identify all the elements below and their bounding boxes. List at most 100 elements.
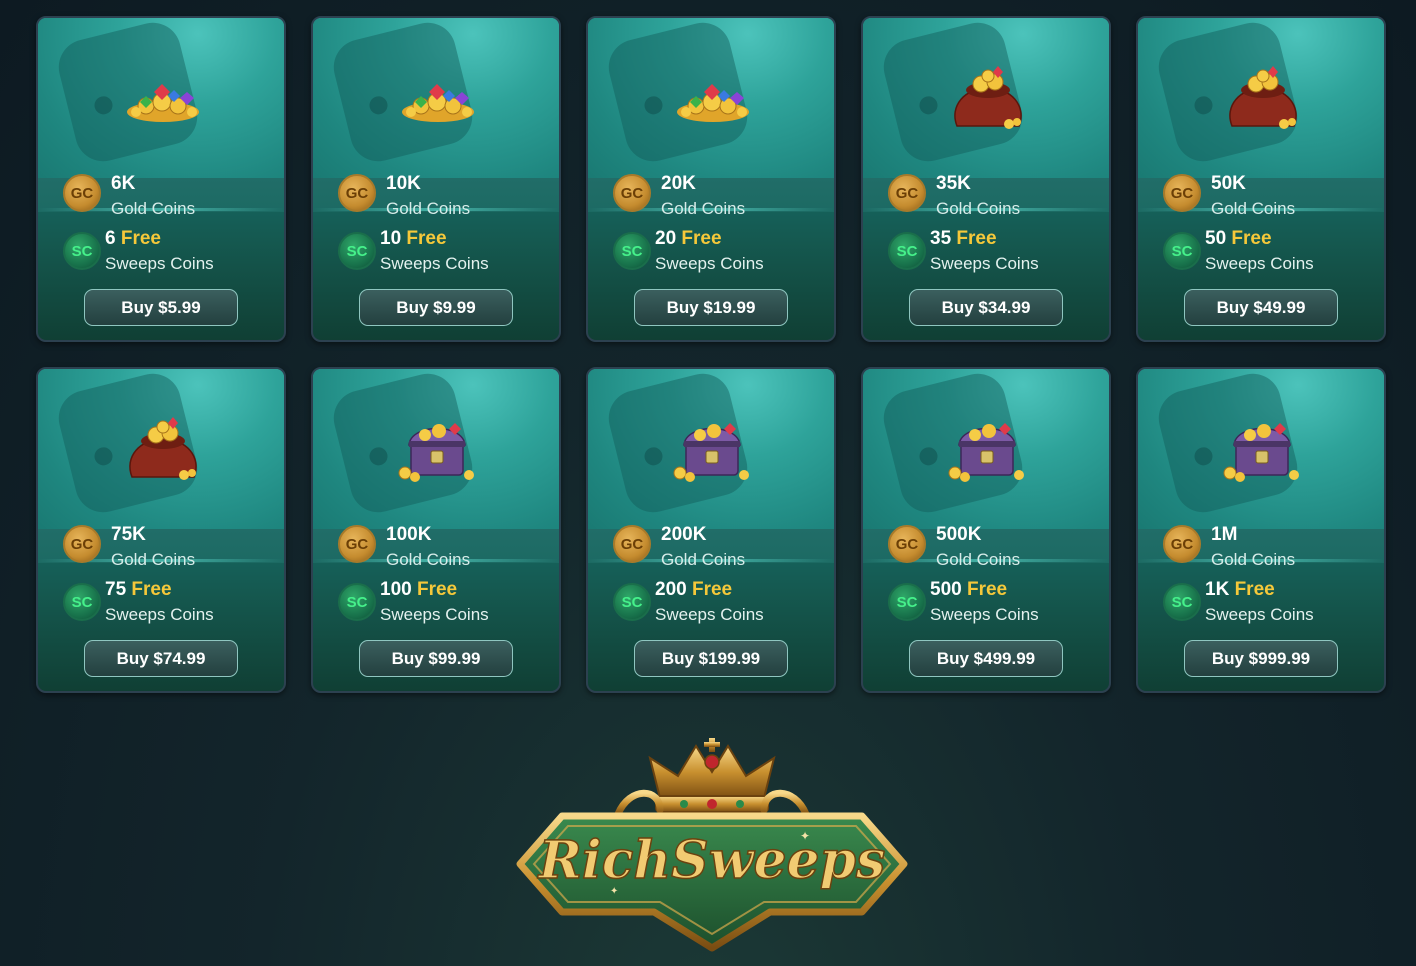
gold-coin-icon: GC <box>1163 525 1201 563</box>
sc-amount: 200 Free <box>655 579 732 601</box>
gc-amount: 1M <box>1211 524 1238 545</box>
gc-label: Gold Coins <box>1211 550 1296 569</box>
buy-button[interactable]: Buy $9.99 <box>359 289 513 326</box>
buy-button[interactable]: Buy $99.99 <box>359 640 513 677</box>
gc-label: Gold Coins <box>661 550 746 569</box>
sc-amount-value: 100 <box>380 579 412 600</box>
sc-amount-value: 200 <box>655 579 687 600</box>
sweeps-coin-icon: SC <box>63 583 101 621</box>
gold-coin-icon: GC <box>63 174 101 212</box>
coin-sack-icon <box>118 413 208 483</box>
sweeps-coin-icon: SC <box>888 232 926 270</box>
package-card: GC 1M Gold Coins SC 1K Free Sweeps Coins… <box>1136 367 1386 693</box>
buy-button[interactable]: Buy $999.99 <box>1184 640 1338 677</box>
sc-free-label: Free <box>691 579 733 600</box>
sc-label: Sweeps Coins <box>655 254 764 273</box>
gold-coin-icon: GC <box>63 525 101 563</box>
sc-label: Sweeps Coins <box>380 605 489 624</box>
sweeps-coin-icon: SC <box>613 232 651 270</box>
sc-label: Sweeps Coins <box>930 254 1039 273</box>
sc-label: Sweeps Coins <box>1205 605 1314 624</box>
gc-label: Gold Coins <box>111 550 196 569</box>
gc-amount: 200K <box>661 524 707 545</box>
buy-button[interactable]: Buy $19.99 <box>634 289 788 326</box>
sc-amount-value: 35 <box>930 228 952 249</box>
package-card: GC 50K Gold Coins SC 50 Free Sweeps Coin… <box>1136 16 1386 342</box>
sc-amount: 10 Free <box>380 228 447 250</box>
buy-button[interactable]: Buy $199.99 <box>634 640 788 677</box>
package-card: GC 35K Gold Coins SC 35 Free Sweeps Coin… <box>861 16 1111 342</box>
sc-free-label: Free <box>966 579 1008 600</box>
buy-button[interactable]: Buy $5.99 <box>84 289 238 326</box>
card-art <box>1138 18 1384 178</box>
crown-icon <box>648 738 776 813</box>
buy-button[interactable]: Buy $49.99 <box>1184 289 1338 326</box>
package-card: GC 20K Gold Coins SC 20 Free Sweeps Coin… <box>586 16 836 342</box>
package-card: GC 100K Gold Coins SC 100 Free Sweeps Co… <box>311 367 561 693</box>
card-art <box>1138 369 1384 529</box>
gem-pile-icon <box>668 62 758 132</box>
gold-coin-icon: GC <box>1163 174 1201 212</box>
card-art <box>38 18 284 178</box>
sc-amount-value: 1K <box>1205 579 1230 600</box>
gc-label: Gold Coins <box>111 199 196 218</box>
sc-label: Sweeps Coins <box>105 254 214 273</box>
gold-coin-icon: GC <box>613 525 651 563</box>
package-card: GC 200K Gold Coins SC 200 Free Sweeps Co… <box>586 367 836 693</box>
gold-coin-icon: GC <box>338 174 376 212</box>
gem-pile-icon <box>118 62 208 132</box>
sweeps-coin-icon: SC <box>338 583 376 621</box>
gc-amount: 50K <box>1211 173 1246 194</box>
sc-amount: 75 Free <box>105 579 172 601</box>
gold-coin-icon: GC <box>613 174 651 212</box>
card-art <box>38 369 284 529</box>
package-grid: GC 6K Gold Coins SC 6 Free Sweeps Coins … <box>36 16 1388 693</box>
sc-amount-value: 75 <box>105 579 127 600</box>
coin-sack-icon <box>1218 62 1308 132</box>
sweeps-coin-icon: SC <box>338 232 376 270</box>
sc-amount-value: 6 <box>105 228 116 249</box>
sweeps-coin-icon: SC <box>613 583 651 621</box>
sc-free-label: Free <box>681 228 722 249</box>
gc-amount: 75K <box>111 524 146 545</box>
svg-text:✦: ✦ <box>800 829 810 843</box>
sc-free-label: Free <box>406 228 447 249</box>
buy-button[interactable]: Buy $499.99 <box>909 640 1063 677</box>
sc-amount-value: 10 <box>380 228 402 249</box>
coin-sack-icon <box>943 62 1033 132</box>
gc-amount: 10K <box>386 173 421 194</box>
richsweeps-logo: RichSweeps ✦ ✦ <box>516 738 908 952</box>
card-art <box>863 369 1109 529</box>
sc-free-label: Free <box>956 228 997 249</box>
card-art <box>588 369 834 529</box>
gc-label: Gold Coins <box>661 199 746 218</box>
sc-free-label: Free <box>416 579 458 600</box>
sc-label: Sweeps Coins <box>380 254 489 273</box>
card-art <box>313 369 559 529</box>
gold-coin-icon: GC <box>338 525 376 563</box>
gc-amount: 500K <box>936 524 982 545</box>
treasure-chest-icon <box>1218 413 1308 483</box>
gc-label: Gold Coins <box>386 199 471 218</box>
sc-free-label: Free <box>120 228 161 249</box>
sc-amount-value: 20 <box>655 228 677 249</box>
gc-label: Gold Coins <box>936 550 1021 569</box>
sc-label: Sweeps Coins <box>930 605 1039 624</box>
sc-free-label: Free <box>131 579 172 600</box>
package-card: GC 75K Gold Coins SC 75 Free Sweeps Coin… <box>36 367 286 693</box>
gc-label: Gold Coins <box>386 550 471 569</box>
gold-coin-icon: GC <box>888 525 926 563</box>
sc-free-label: Free <box>1234 579 1275 600</box>
svg-text:✦: ✦ <box>610 886 618 897</box>
package-card: GC 10K Gold Coins SC 10 Free Sweeps Coin… <box>311 16 561 342</box>
sc-amount: 500 Free <box>930 579 1007 601</box>
sc-amount: 35 Free <box>930 228 997 250</box>
buy-button[interactable]: Buy $74.99 <box>84 640 238 677</box>
card-art <box>313 18 559 178</box>
treasure-chest-icon <box>393 413 483 483</box>
buy-button[interactable]: Buy $34.99 <box>909 289 1063 326</box>
gem-pile-icon <box>393 62 483 132</box>
sc-amount: 50 Free <box>1205 228 1272 250</box>
package-card: GC 6K Gold Coins SC 6 Free Sweeps Coins … <box>36 16 286 342</box>
sweeps-coin-icon: SC <box>1163 583 1201 621</box>
